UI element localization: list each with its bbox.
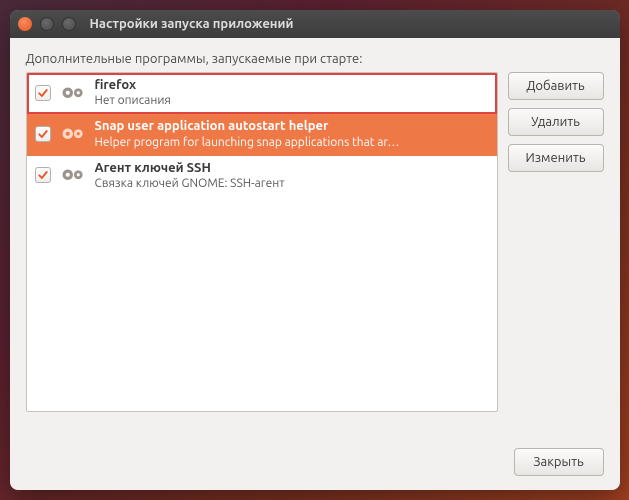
list-item[interactable]: Агент ключей SSHСвязка ключей GNOME: SSH… [27, 156, 497, 197]
remove-button[interactable]: Удалить [508, 108, 604, 136]
startup-programs-list[interactable]: firefoxНет описания Snap user application… [26, 72, 498, 412]
item-name: Агент ключей SSH [95, 160, 285, 176]
gears-icon [59, 83, 87, 103]
close-icon[interactable] [18, 17, 32, 31]
startup-applications-window: Настройки запуска приложений Дополнитель… [10, 10, 620, 490]
list-item[interactable]: Snap user application autostart helperHe… [27, 114, 497, 155]
add-button[interactable]: Добавить [508, 72, 604, 100]
item-description: Нет описания [95, 93, 171, 108]
item-description: Связка ключей GNOME: SSH-агент [95, 176, 285, 191]
item-text: Агент ключей SSHСвязка ключей GNOME: SSH… [95, 160, 285, 191]
gears-icon [59, 124, 87, 144]
item-name: Snap user application autostart helper [95, 118, 400, 134]
checkbox[interactable] [35, 126, 51, 142]
maximize-icon[interactable] [62, 17, 76, 31]
item-name: firefox [95, 77, 171, 93]
section-label: Дополнительные программы, запускаемые пр… [26, 52, 604, 66]
side-buttons: Добавить Удалить Изменить [508, 72, 604, 436]
footer: Закрыть [26, 448, 604, 476]
checkbox[interactable] [35, 167, 51, 183]
checkbox[interactable] [35, 85, 51, 101]
close-button[interactable]: Закрыть [514, 448, 604, 476]
edit-button[interactable]: Изменить [508, 144, 604, 172]
gears-icon [59, 165, 87, 185]
item-text: Snap user application autostart helperHe… [95, 118, 400, 149]
item-text: firefoxНет описания [95, 77, 171, 108]
content-area: Дополнительные программы, запускаемые пр… [10, 38, 620, 490]
window-title: Настройки запуска приложений [90, 17, 294, 31]
main-row: firefoxНет описания Snap user application… [26, 72, 604, 436]
list-item[interactable]: firefoxНет описания [27, 73, 497, 114]
minimize-icon[interactable] [40, 17, 54, 31]
titlebar[interactable]: Настройки запуска приложений [10, 10, 620, 38]
item-description: Helper program for launching snap applic… [95, 135, 400, 150]
